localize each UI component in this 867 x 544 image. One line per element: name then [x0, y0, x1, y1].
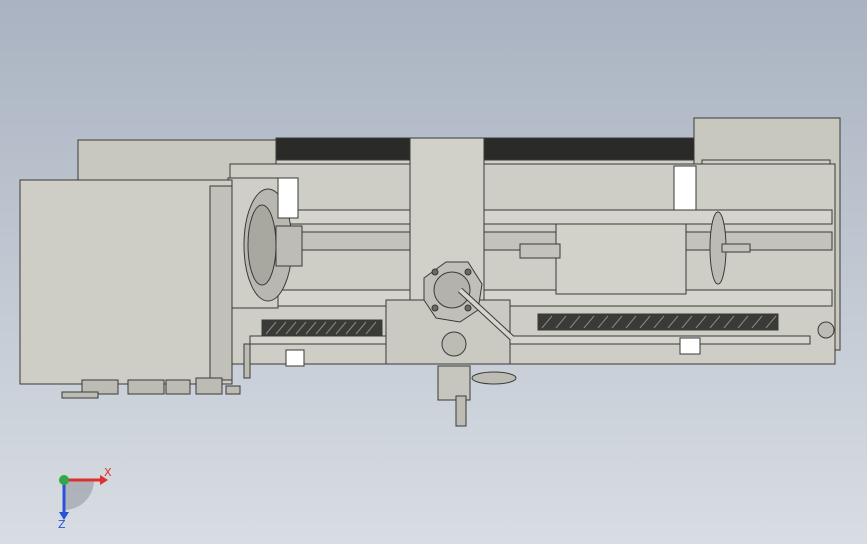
- orientation-triad: X Z: [58, 466, 112, 531]
- tool-post[interactable]: [423, 261, 483, 323]
- headstock-side-panel: [209, 185, 233, 381]
- headstock-controls[interactable]: [61, 377, 241, 399]
- feed-rod-end: [817, 321, 835, 339]
- bed-window: [679, 337, 701, 355]
- bed-window: [285, 349, 305, 367]
- cad-viewport[interactable]: [0, 0, 867, 544]
- bed-way-lower: [239, 289, 833, 307]
- control-knob[interactable]: [195, 377, 223, 395]
- x-axis-label: X: [104, 466, 112, 479]
- y-axis-dot: [59, 475, 69, 485]
- leadscrew-cover-left: [261, 319, 383, 337]
- control-lever[interactable]: [225, 385, 241, 395]
- bed-way-upper: [239, 209, 833, 225]
- control-knob[interactable]: [165, 379, 191, 395]
- chuck-jaw-plate: [275, 225, 303, 267]
- bed-window: [277, 177, 299, 219]
- headstock-handle[interactable]: [243, 343, 251, 379]
- triad-shadow: [64, 480, 94, 510]
- z-axis-label: Z: [58, 518, 66, 531]
- lathe-model[interactable]: [19, 117, 841, 427]
- headstock-gearbox: [19, 179, 233, 385]
- bed-window: [673, 165, 697, 211]
- tailstock-screw: [721, 243, 751, 253]
- control-lever[interactable]: [61, 391, 99, 399]
- tailstock-body: [555, 223, 687, 295]
- tailstock-quill: [519, 243, 561, 259]
- chuck-face: [247, 204, 277, 286]
- control-knob[interactable]: [127, 379, 165, 395]
- leadscrew-cover-right: [537, 313, 779, 331]
- feed-rod: [249, 335, 811, 345]
